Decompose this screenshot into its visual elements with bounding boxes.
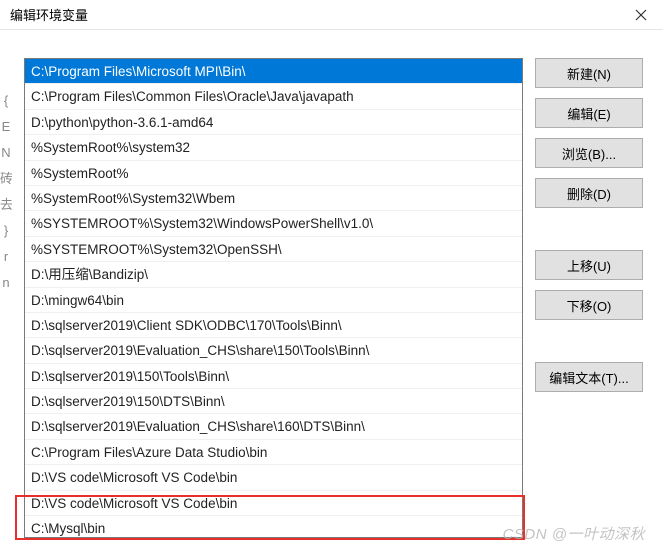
- gutter-char: 砖: [0, 166, 12, 192]
- new-button[interactable]: 新建(N): [535, 58, 643, 88]
- list-item[interactable]: %SYSTEMROOT%\System32\OpenSSH\: [25, 237, 522, 262]
- path-listbox[interactable]: C:\Program Files\Microsoft MPI\Bin\C:\Pr…: [24, 58, 523, 538]
- spacer: [535, 330, 643, 352]
- list-item[interactable]: D:\sqlserver2019\150\Tools\Binn\: [25, 364, 522, 389]
- list-item[interactable]: %SystemRoot%\system32: [25, 135, 522, 160]
- gutter-char: n: [0, 270, 12, 296]
- list-item[interactable]: %SystemRoot%\System32\Wbem: [25, 186, 522, 211]
- list-item[interactable]: C:\Program Files\Common Files\Oracle\Jav…: [25, 84, 522, 109]
- gutter-char: r: [0, 244, 12, 270]
- moveup-button[interactable]: 上移(U): [535, 250, 643, 280]
- titlebar: 编辑环境变量: [0, 0, 663, 30]
- gutter-char: 去: [0, 192, 12, 218]
- movedown-button[interactable]: 下移(O): [535, 290, 643, 320]
- delete-button[interactable]: 删除(D): [535, 178, 643, 208]
- close-button[interactable]: [619, 0, 663, 30]
- list-item[interactable]: D:\VS code\Microsoft VS Code\bin: [25, 465, 522, 490]
- window-title: 编辑环境变量: [10, 5, 88, 24]
- list-item[interactable]: %SYSTEMROOT%\System32\WindowsPowerShell\…: [25, 211, 522, 236]
- button-column: 新建(N) 编辑(E) 浏览(B)... 删除(D) 上移(U) 下移(O) 编…: [535, 58, 643, 552]
- list-item[interactable]: D:\python\python-3.6.1-amd64: [25, 110, 522, 135]
- gutter-char: E: [0, 114, 12, 140]
- gutter-char: {: [0, 88, 12, 114]
- edittext-button[interactable]: 编辑文本(T)...: [535, 362, 643, 392]
- list-item[interactable]: C:\Program Files\Azure Data Studio\bin: [25, 440, 522, 465]
- list-item[interactable]: %SystemRoot%: [25, 161, 522, 186]
- list-item[interactable]: D:\mingw64\bin: [25, 288, 522, 313]
- list-item[interactable]: D:\sqlserver2019\Client SDK\ODBC\170\Too…: [25, 313, 522, 338]
- list-item[interactable]: D:\sqlserver2019\150\DTS\Binn\: [25, 389, 522, 414]
- list-item[interactable]: D:\用压缩\Bandizip\: [25, 262, 522, 287]
- spacer: [535, 218, 643, 240]
- list-item[interactable]: D:\sqlserver2019\Evaluation_CHS\share\15…: [25, 338, 522, 363]
- list-item[interactable]: C:\Program Files\Microsoft MPI\Bin\: [25, 59, 522, 84]
- list-item[interactable]: C:\Mysql\bin: [25, 516, 522, 538]
- dialog-body: {EN砖去}rn C:\Program Files\Microsoft MPI\…: [0, 30, 663, 552]
- edit-button[interactable]: 编辑(E): [535, 98, 643, 128]
- gutter-char: N: [0, 140, 12, 166]
- gutter-char: }: [0, 218, 12, 244]
- left-gutter: {EN砖去}rn: [0, 58, 12, 552]
- close-icon: [635, 9, 647, 21]
- list-item[interactable]: D:\sqlserver2019\Evaluation_CHS\share\16…: [25, 414, 522, 439]
- list-item[interactable]: D:\VS code\Microsoft VS Code\bin: [25, 491, 522, 516]
- browse-button[interactable]: 浏览(B)...: [535, 138, 643, 168]
